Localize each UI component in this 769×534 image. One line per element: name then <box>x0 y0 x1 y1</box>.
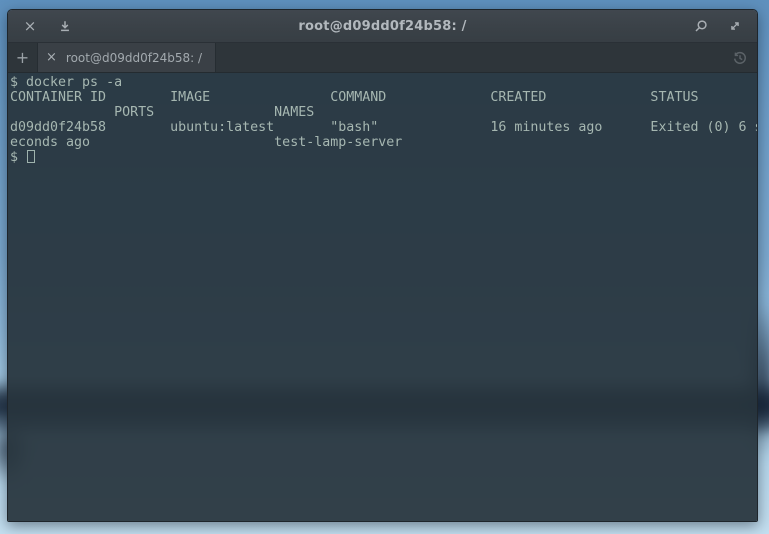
history-icon <box>732 50 748 66</box>
titlebar-right-controls <box>691 17 744 35</box>
tab-title: root@d09dd0f24b58: / <box>66 51 202 65</box>
resize-icon <box>728 19 742 33</box>
terminal-line-row-2: econds ago test-lamp-server <box>10 135 757 150</box>
prompt: $ <box>10 150 26 165</box>
terminal-cursor <box>27 150 35 163</box>
search-icon <box>693 19 708 34</box>
titlebar[interactable]: × root@d09dd0f24b58: / <box>8 10 757 43</box>
history-button[interactable] <box>723 43 757 72</box>
terminal-line-header-1: CONTAINER ID IMAGE COMMAND CREATED STATU… <box>10 90 757 105</box>
new-tab-button[interactable]: + <box>8 43 38 72</box>
terminal-line-command: $ docker ps -a <box>10 75 757 90</box>
titlebar-left-controls: × <box>21 17 74 35</box>
prompt-line: $ <box>10 150 757 165</box>
search-button[interactable] <box>691 17 709 35</box>
terminal-screen[interactable]: $ docker ps -a CONTAINER ID IMAGE COMMAN… <box>8 73 757 521</box>
terminal-window: × root@d09dd0f24b58: / <box>7 9 758 522</box>
close-window-button[interactable]: × <box>21 17 39 35</box>
download-button[interactable] <box>56 17 74 35</box>
terminal-line-row-1: d09dd0f24b58 ubuntu:latest "bash" 16 min… <box>10 120 757 135</box>
tab-close-icon[interactable]: × <box>46 51 57 64</box>
tab-active[interactable]: × root@d09dd0f24b58: / <box>38 43 216 72</box>
tab-bar: + × root@d09dd0f24b58: / <box>8 43 757 73</box>
close-icon: × <box>24 19 37 34</box>
download-icon <box>58 19 72 33</box>
tabbar-spacer <box>216 43 723 72</box>
resize-button[interactable] <box>726 17 744 35</box>
terminal-line-header-2: PORTS NAMES <box>10 105 757 120</box>
window-title: root@d09dd0f24b58: / <box>8 19 757 34</box>
